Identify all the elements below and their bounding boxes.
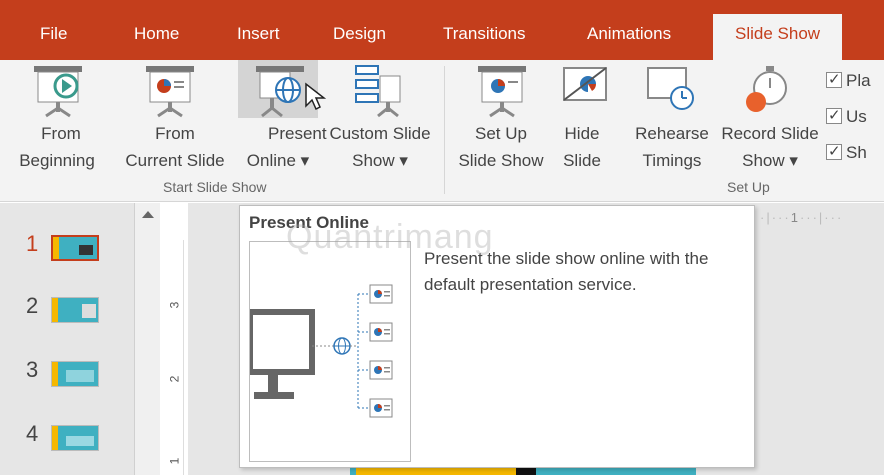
group-label-start-slide-show: Start Slide Show xyxy=(163,179,267,195)
play-narrations-checkbox[interactable]: Pla xyxy=(826,70,871,91)
tab-animations[interactable]: Animations xyxy=(587,24,671,44)
tab-design[interactable]: Design xyxy=(333,24,386,44)
record-slide-show-button[interactable]: Record Slide Show ▾ xyxy=(718,60,822,174)
checkbox-checked-icon xyxy=(826,106,842,124)
from-beginning-button[interactable]: From Beginning xyxy=(0,60,114,174)
vertical-ruler: 3 2 1 xyxy=(167,240,184,475)
tab-file[interactable]: File xyxy=(40,24,67,44)
present-online-icon-area[interactable] xyxy=(238,60,326,120)
tab-transitions[interactable]: Transitions xyxy=(443,24,526,44)
custom-show-icon xyxy=(355,65,401,118)
tab-insert[interactable]: Insert xyxy=(237,24,280,44)
present-online-diagram-icon xyxy=(247,284,393,418)
hide-slide-icon xyxy=(563,67,607,101)
present-current-icon xyxy=(146,66,194,118)
horizontal-ruler: ·|···1···|··· xyxy=(760,210,844,225)
ribbon: From Beginning From Current Slide Presen… xyxy=(0,60,884,202)
group-separator xyxy=(444,66,445,194)
scroll-up-arrow-icon[interactable] xyxy=(142,211,154,218)
present-online-icon xyxy=(256,66,304,118)
present-online-button[interactable]: Present Online ▾ xyxy=(238,120,327,176)
watermark-text: Quantrimang xyxy=(286,218,494,256)
setup-show-icon xyxy=(478,66,526,118)
from-current-slide-button[interactable]: From Current Slide xyxy=(114,60,236,174)
tooltip-illustration xyxy=(247,241,411,462)
slide-preview xyxy=(51,425,99,451)
group-label-set-up: Set Up xyxy=(727,179,770,195)
checkbox-checked-icon xyxy=(826,142,842,160)
ribbon-tab-bar: File Home Insert Design Transitions Anim… xyxy=(0,0,884,60)
tab-home[interactable]: Home xyxy=(134,24,179,44)
slide-preview xyxy=(51,361,99,387)
slide-thumbnail-3[interactable]: 3 xyxy=(0,351,134,391)
custom-slide-show-button[interactable]: Custom Slide Show ▾ xyxy=(318,60,442,174)
thumbnail-scrollbar[interactable] xyxy=(134,203,160,475)
checkbox-checked-icon xyxy=(826,70,842,88)
record-icon xyxy=(746,66,787,112)
slide-thumbnail-1[interactable]: 1 xyxy=(0,225,134,265)
rehearse-timings-icon xyxy=(647,67,694,110)
play-from-start-icon xyxy=(34,66,82,118)
show-media-controls-checkbox[interactable]: Sh xyxy=(826,142,867,163)
use-timings-checkbox[interactable]: Us xyxy=(826,106,867,127)
tab-slide-show[interactable]: Slide Show xyxy=(713,14,843,60)
set-up-slide-show-button[interactable]: Set Up Slide Show xyxy=(448,60,554,174)
slide-preview xyxy=(51,297,99,323)
slide-preview xyxy=(51,235,99,261)
rehearse-timings-button[interactable]: Rehearse Timings xyxy=(624,60,720,174)
slide-thumbnail-4[interactable]: 4 xyxy=(0,415,134,455)
slide-thumbnail-2[interactable]: 2 xyxy=(0,287,134,327)
hide-slide-button[interactable]: Hide Slide xyxy=(554,60,610,174)
